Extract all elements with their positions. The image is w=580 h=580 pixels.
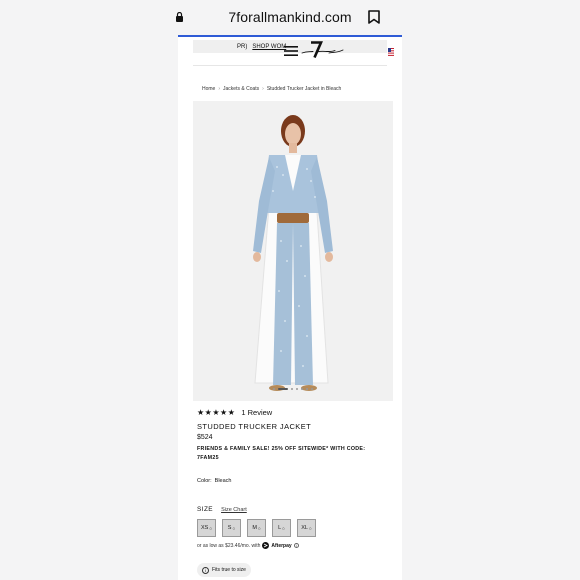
breadcrumb-separator: ›: [262, 86, 264, 92]
carousel-dot[interactable]: [291, 388, 293, 390]
size-option-xl[interactable]: XL ○: [297, 519, 316, 537]
header-divider: [193, 65, 387, 66]
lock-icon: [176, 12, 183, 22]
size-option-label: S: [227, 525, 232, 531]
product-price: $524: [197, 434, 213, 441]
promo-prefix: PR): [237, 43, 248, 50]
breadcrumb-home[interactable]: Home: [202, 86, 215, 92]
notify-icon: ○: [282, 525, 285, 531]
carousel-dot[interactable]: [296, 388, 298, 390]
fit-guidance-pill: i Fits true to size: [197, 563, 251, 577]
size-header: SIZE Size Chart: [197, 506, 247, 513]
shop-women-link[interactable]: SHOP WOM: [252, 44, 286, 50]
size-option-label: XL: [301, 525, 308, 531]
size-option-label: XS: [200, 525, 209, 531]
product-image[interactable]: [193, 101, 393, 401]
fit-text: Fits true to size: [212, 567, 246, 573]
afterpay-logo-icon: [262, 542, 270, 549]
color-value: Bleach: [214, 478, 232, 484]
7-for-all-mankind-logo[interactable]: [299, 41, 345, 59]
size-chart-link[interactable]: Size Chart: [221, 507, 247, 513]
url-text[interactable]: 7forallmankind.com: [228, 9, 351, 25]
carousel-dot[interactable]: [306, 388, 308, 390]
carousel-dot[interactable]: [311, 388, 313, 390]
carousel-dot[interactable]: [301, 388, 303, 390]
breadcrumb-current: Studded Trucker Jacket in Bleach: [266, 86, 342, 92]
web-page: PR) SHOP WOM Home › Jackets & Coats › St…: [178, 37, 402, 580]
hamburger-icon[interactable]: [284, 46, 298, 56]
breadcrumb: Home › Jackets & Coats › Studded Trucker…: [202, 86, 341, 92]
size-option-label: M: [252, 525, 257, 531]
notify-icon: ○: [257, 525, 261, 531]
size-label: SIZE: [197, 506, 214, 513]
info-circle-icon: i: [202, 566, 209, 574]
size-selector: XS ○ S ○ M ○ L ○ XL ○: [197, 519, 316, 537]
sale-promo-text: FRIENDS & FAMILY SALE! 25% OFF SITEWIDE*…: [197, 446, 366, 461]
size-option-s[interactable]: S ○: [222, 519, 241, 537]
breadcrumb-separator: ›: [218, 86, 221, 92]
notify-icon: ○: [309, 525, 312, 531]
size-option-xs[interactable]: XS ○: [197, 519, 216, 537]
us-flag-icon[interactable]: [388, 48, 394, 56]
bookmark-icon[interactable]: [368, 10, 380, 24]
breadcrumb-jackets-coats[interactable]: Jackets & Coats: [223, 86, 259, 92]
size-option-l[interactable]: L ○: [272, 519, 291, 537]
notify-icon: ○: [232, 525, 236, 531]
info-icon[interactable]: i: [293, 543, 299, 548]
size-option-m[interactable]: M ○: [247, 519, 266, 537]
rating-stars-icon: ★★★★★: [197, 408, 236, 417]
afterpay-text: or as low as $23.46/mo. with: [197, 542, 261, 549]
size-option-label: L: [278, 525, 282, 531]
model-photo: [193, 101, 393, 401]
rating-row[interactable]: ★★★★★ 1 Review: [197, 408, 272, 417]
afterpay-brand: Afterpay: [271, 542, 292, 549]
color-label: Color:: [197, 478, 212, 484]
browser-address-bar[interactable]: 7forallmankind.com: [0, 0, 580, 34]
image-carousel-dots[interactable]: [273, 388, 313, 390]
carousel-dot[interactable]: [278, 388, 288, 390]
review-count[interactable]: 1 Review: [241, 408, 272, 417]
carousel-dot[interactable]: [273, 388, 275, 390]
product-title: STUDDED TRUCKER JACKET: [197, 422, 312, 431]
color-row: Color: Bleach: [197, 478, 232, 484]
afterpay-row: or as low as $23.46/mo. with Afterpay i: [197, 542, 299, 549]
notify-icon: ○: [209, 525, 213, 531]
